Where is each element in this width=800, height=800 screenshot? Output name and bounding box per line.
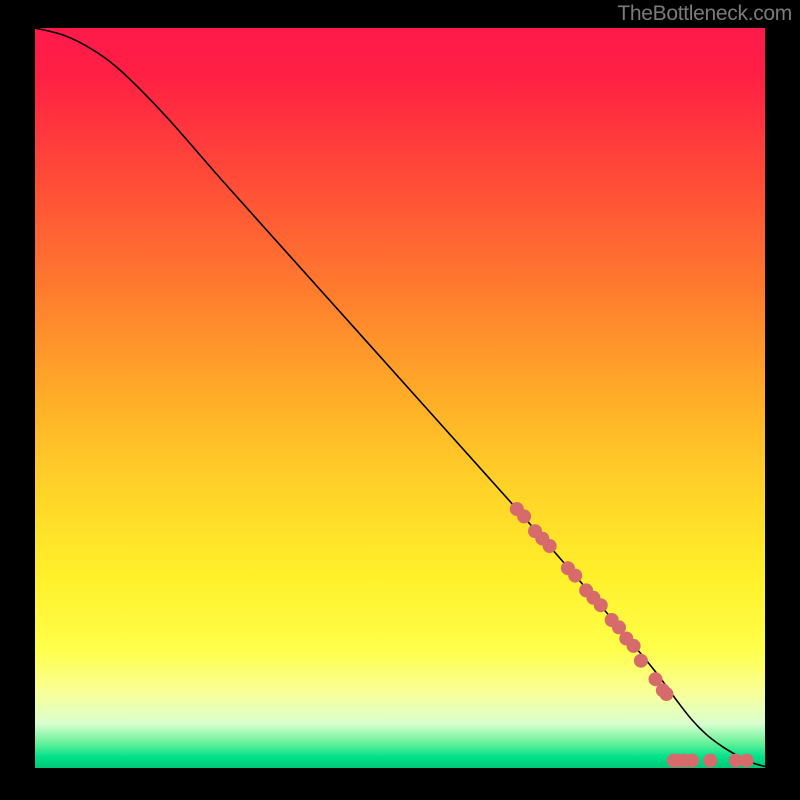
chart-frame: TheBottleneck.com [0,0,800,800]
data-point [568,569,582,583]
data-point [543,539,557,553]
chart-canvas [35,28,765,768]
plot-area [35,28,765,768]
gradient-background [35,28,765,768]
data-point [740,754,754,768]
data-point [659,687,673,701]
data-point [627,639,641,653]
data-point [703,754,717,768]
data-point [634,654,648,668]
data-point [685,754,699,768]
attribution-label: TheBottleneck.com [617,2,792,26]
data-point [517,509,531,523]
data-point [594,598,608,612]
